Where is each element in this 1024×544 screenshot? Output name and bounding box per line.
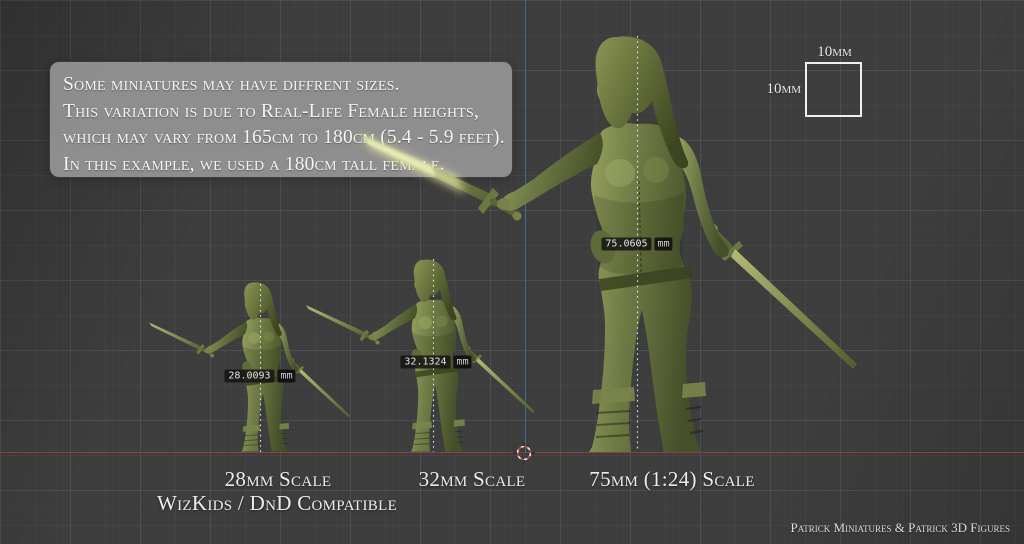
info-text-box: Some miniatures may have diffrent sizes.… — [50, 62, 512, 177]
measurement-unit: mm — [278, 370, 296, 383]
measurement-value: 28.0093 — [224, 370, 274, 383]
measurement-label-75mm: 75.0605 mm — [601, 238, 672, 251]
measurement-unit: mm — [655, 238, 673, 251]
x-axis-line — [0, 452, 1024, 453]
scale-caption-28mm: 28mm Scale — [225, 467, 332, 492]
measurement-value: 75.0605 — [601, 238, 651, 251]
reference-square-top-label: 10mm — [806, 44, 863, 61]
measurement-label-28mm: 28.0093 mm — [224, 370, 295, 383]
z-axis-line — [525, 0, 526, 453]
blender-3d-viewport[interactable]: Some miniatures may have diffrent sizes.… — [0, 0, 1024, 544]
info-line: which may vary from 165cm to 180cm (5.4 … — [63, 125, 512, 152]
measurement-unit: mm — [454, 356, 472, 369]
measurement-label-32mm: 32.1324 mm — [400, 356, 471, 369]
info-line: This variation is due to Real-Life Femal… — [63, 99, 512, 126]
scale-caption-32mm: 32mm Scale — [419, 467, 526, 492]
info-line: In this example, we used a 180cm tall fe… — [63, 152, 512, 179]
scale-caption-28mm-compat: WizKids / DnD Compatible — [157, 491, 397, 516]
info-line: Some miniatures may have diffrent sizes. — [63, 72, 512, 99]
measurement-value: 32.1324 — [400, 356, 450, 369]
scale-caption-75mm: 75mm (1:24) Scale — [589, 467, 754, 492]
reference-square-side-label: 10mm — [753, 81, 801, 98]
reference-square-10mm — [805, 62, 862, 117]
credit-text: Patrick Miniatures & Patrick 3D Figures — [790, 520, 1010, 536]
